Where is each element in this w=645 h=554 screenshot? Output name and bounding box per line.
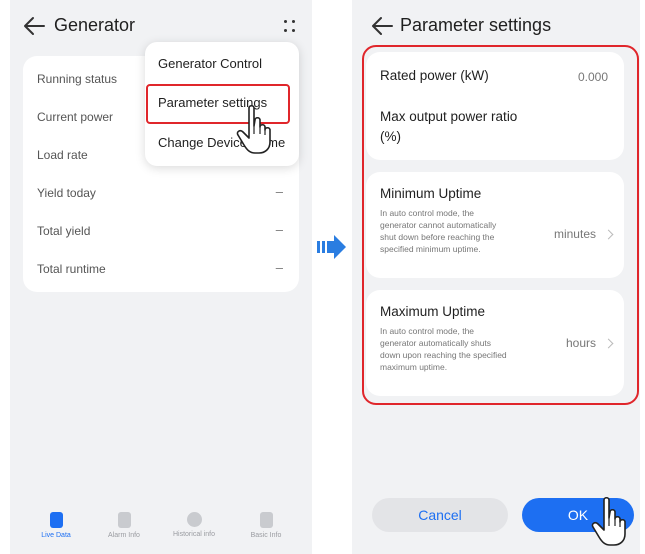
- history-icon: [186, 512, 202, 527]
- transition-arrow-icon: [317, 235, 346, 259]
- row-label: Load rate: [37, 148, 88, 162]
- parameter-settings-screen: Parameter settings Rated power (kW) 0.00…: [352, 0, 640, 554]
- tab-label: Basic Info: [250, 532, 282, 539]
- row-label: Yield today: [37, 186, 96, 200]
- list-item: Yield today –: [23, 174, 299, 212]
- live-data-icon: [49, 512, 63, 528]
- page-title: Generator: [54, 15, 136, 35]
- stage: Generator Running status Current power L…: [0, 0, 645, 554]
- row-label: Running status: [37, 72, 118, 86]
- tab-label: Live Data: [41, 532, 71, 539]
- tab-label: Historical info: [172, 531, 215, 538]
- row-value: –: [275, 184, 283, 199]
- generator-screen: Generator Running status Current power L…: [10, 0, 312, 554]
- settings-highlight-frame: [362, 45, 639, 405]
- menu-item-generator-control[interactable]: Generator Control: [158, 56, 262, 71]
- cancel-button[interactable]: Cancel: [372, 498, 508, 532]
- page-title: Parameter settings: [400, 15, 552, 35]
- alarm-icon: [117, 512, 131, 528]
- row-label: Total runtime: [37, 262, 106, 276]
- list-item: Total yield –: [23, 212, 299, 250]
- tab-label: Alarm Info: [108, 532, 140, 539]
- row-value: –: [275, 222, 283, 237]
- row-label: Current power: [37, 110, 114, 124]
- tab-alarm-info[interactable]: Alarm Info: [94, 506, 154, 539]
- row-label: Total yield: [37, 224, 91, 238]
- list-item: Total runtime –: [23, 250, 299, 288]
- info-icon: [259, 512, 273, 528]
- tab-historical-info[interactable]: Historical info: [164, 506, 224, 538]
- more-options-icon[interactable]: [282, 18, 298, 36]
- bottom-tab-bar: Live Data Alarm Info Historical info Bas…: [10, 506, 312, 554]
- back-arrow-icon[interactable]: [370, 14, 396, 38]
- pointing-hand-icon: [591, 496, 626, 546]
- tab-basic-info[interactable]: Basic Info: [236, 506, 296, 539]
- tab-live-data[interactable]: Live Data: [26, 506, 86, 539]
- back-arrow-icon[interactable]: [22, 14, 48, 38]
- row-value: –: [275, 260, 283, 275]
- pointing-hand-icon: [236, 104, 271, 154]
